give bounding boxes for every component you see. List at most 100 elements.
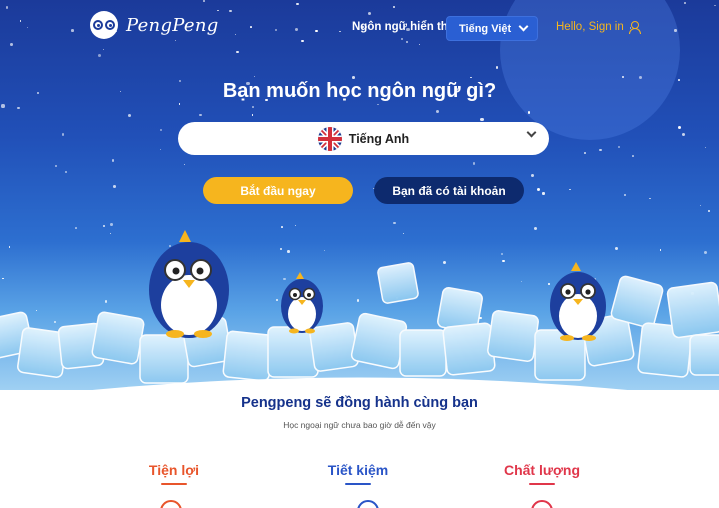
have-account-button[interactable]: Bạn đã có tài khoản [374,177,524,204]
snowflake [279,247,283,251]
snowflake [5,5,9,9]
snowflake [435,110,439,114]
snowflake [252,105,254,108]
snowflake [112,184,116,188]
feature-convenient: Tiện lợi [114,462,234,485]
snowflake [159,128,162,131]
snowflake [659,248,662,251]
snowflake [10,42,14,46]
snowflake [97,54,101,58]
snowflake [324,249,326,252]
snowflake [534,226,538,230]
snowflake [542,192,545,195]
snowflake [703,250,707,254]
snowflake [296,2,299,5]
brand-logo[interactable]: PengPeng [90,11,219,39]
snowflake [480,117,484,122]
feature-underline [529,483,555,485]
snowflake [54,164,58,168]
snowflake [274,28,278,32]
snowflake [704,147,707,149]
snowflake [61,133,65,136]
display-language-label: Ngôn ngữ hiển thị [352,21,452,33]
snowflake [236,50,239,54]
feature-label: Chất lượng [503,462,581,478]
snowflake [683,2,686,4]
snowflake [392,5,395,8]
display-language-value: Tiếng Việt [459,22,512,35]
snowflake [294,224,296,226]
quality-feature-icon [531,500,553,508]
feature-economical: Tiết kiệm [298,462,418,485]
snowflake [405,40,408,44]
brand-name: PengPeng [126,14,219,36]
penguin-small-illustration [281,272,323,334]
snowflake [160,148,162,150]
signin-link[interactable]: Hello, Sign in [556,21,641,34]
pengpeng-logo-icon [90,11,118,39]
snowflake [175,40,177,42]
penguin-medium-illustration [550,262,606,341]
snowflake [9,246,11,248]
chevron-down-icon [518,21,529,32]
economical-feature-icon [357,500,379,508]
snowflake [19,19,22,22]
snowflake [470,76,472,79]
snowflake [64,171,67,174]
white-wave-divider [0,377,719,420]
snowflake [315,29,318,32]
chevron-down-icon [526,127,537,138]
snowflake [400,38,404,41]
user-icon [628,21,641,34]
snowflake [615,246,619,250]
feature-label: Tiết kiệm [327,462,389,478]
snowflake [111,159,115,162]
convenient-feature-icon [160,500,182,508]
snowflake [281,226,283,228]
hero-banner: PengPeng Ngôn ngữ hiển thị Tiếng Việt He… [0,0,719,390]
snowflake [393,221,396,224]
snowflake [110,233,112,235]
snowflake [339,30,341,33]
feature-underline [161,483,187,485]
snowflake [74,226,77,229]
snowflake [418,43,421,46]
snowflake [531,174,535,178]
snowflake [569,189,571,191]
uk-flag-icon [317,126,342,151]
snowflake [102,224,105,228]
snowflake [26,26,29,29]
snowflake [250,26,253,29]
snowflake [254,76,256,78]
snowflake [648,197,651,200]
target-language-select[interactable]: Tiếng Anh [178,122,549,155]
start-now-button[interactable]: Bắt đầu ngay [203,177,353,204]
snowflake [110,223,113,227]
snowflake [536,188,541,192]
snowflake [617,145,620,148]
snowflake [632,155,634,157]
snowflake [71,29,74,32]
snowflake [301,39,304,42]
feature-label: Tiện lợi [148,462,200,478]
snowflake [351,75,355,79]
snowflake [403,232,405,234]
snowflake [1,104,5,108]
snowflake [699,205,701,207]
section-title: Pengpeng sẽ đồng hành cùng bạn [241,395,478,411]
penguin-large-illustration [149,230,229,338]
snowflake [202,0,205,2]
section-subtitle: Học ngoại ngữ chưa bao giờ dễ đến vậy [283,420,436,430]
snowflake [377,103,379,106]
snowflake [707,209,711,212]
display-language-select[interactable]: Tiếng Việt [446,16,538,41]
snowflake [713,4,716,7]
snowflake [682,133,686,137]
feature-quality: Chất lượng [482,462,602,485]
snowflake [228,9,232,13]
snowflake [367,11,372,15]
snowflake [183,163,185,166]
feature-underline [345,483,371,485]
snowflake [234,33,236,35]
snowflake [102,48,105,50]
